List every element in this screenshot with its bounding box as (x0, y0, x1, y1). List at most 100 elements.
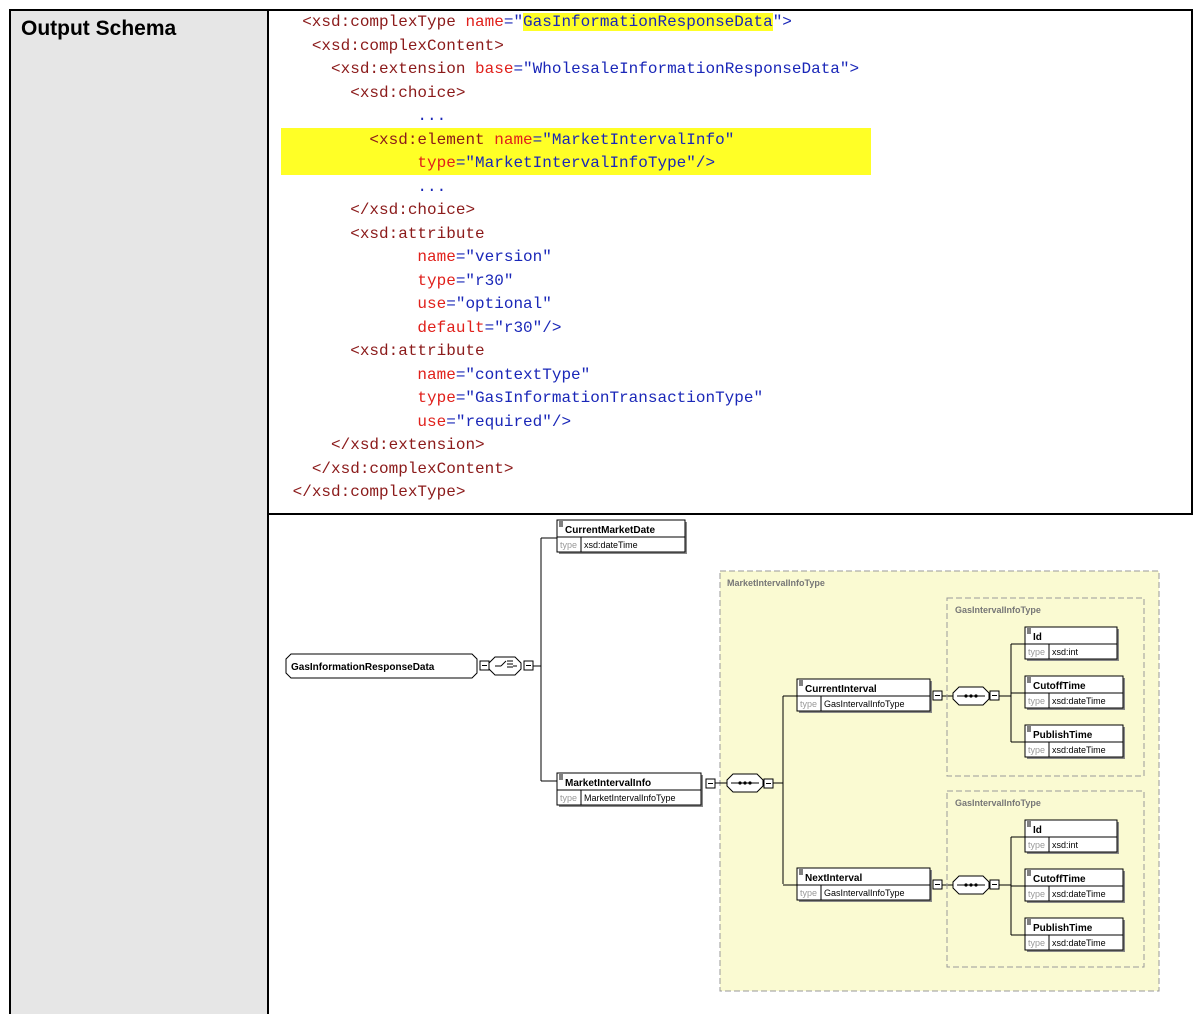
code-token: <xsd:attribute (350, 224, 485, 243)
element-type-label: type (560, 793, 577, 803)
sequence-dot (974, 883, 978, 887)
table-border-right (1191, 9, 1193, 514)
code-token: use (417, 295, 447, 313)
code-line: <xsd:attribute (283, 223, 1183, 247)
code-token: ="r30"/> (484, 318, 562, 337)
code-line: name="contextType" (283, 364, 1183, 388)
sequence-dot (748, 781, 752, 785)
code-token: ... (417, 107, 447, 125)
code-line: name="version" (283, 246, 1183, 270)
code-token: ="r30" (455, 271, 514, 290)
sequence-dot (964, 883, 968, 887)
code-line: </xsd:extension> (283, 434, 1183, 458)
code-line: <xsd:extension base="WholesaleInformatio… (283, 58, 1183, 82)
schema-diagram: GasInformationResponseData CurrentMarketD… (269, 515, 1191, 1014)
element-type: xsd:dateTime (1052, 889, 1106, 899)
code-token: <xsd:complexContent> (311, 36, 504, 55)
code-token: type (417, 389, 456, 407)
code-token: ... (417, 177, 447, 196)
element-type-label: type (560, 540, 577, 550)
code-token: =" (503, 13, 524, 31)
element-name: PublishTime (1033, 923, 1093, 934)
element-type-label: type (1028, 745, 1045, 755)
element-type: xsd:int (1052, 840, 1079, 850)
code-token: ="MarketIntervalInfo" (532, 130, 735, 149)
sequence-dot (743, 781, 747, 785)
element-name: CutoffTime (1033, 681, 1086, 692)
code-line: <xsd:complexContent> (283, 35, 1183, 59)
element-type-label: type (800, 699, 817, 709)
sequence-dot (969, 883, 973, 887)
code-line: type="GasInformationTransactionType" (283, 387, 1183, 411)
code-token: type (417, 271, 456, 290)
code-token: name (465, 13, 504, 31)
code-line: use="required"/> (283, 411, 1183, 435)
code-token: ="MarketIntervalInfoType"/> (455, 154, 716, 172)
element-type: xsd:dateTime (1052, 745, 1106, 755)
code-line: type="MarketIntervalInfoType"/> (283, 152, 1183, 176)
element-name: Id (1033, 632, 1042, 643)
code-token: </xsd:choice> (350, 201, 476, 219)
row-label: Output Schema (21, 17, 177, 40)
label-column (11, 11, 267, 1014)
sequence-dot (964, 694, 968, 698)
code-token: ="optional" (446, 295, 552, 313)
element-name: NextInterval (805, 873, 862, 884)
element-type: xsd:int (1052, 647, 1079, 657)
code-line: <xsd:choice> (283, 82, 1183, 106)
element-type: MarketIntervalInfoType (584, 793, 676, 803)
code-token: ="WholesaleInformationResponseData"> (513, 60, 860, 78)
code-token: <xsd:attribute (350, 342, 485, 360)
code-token: <xsd:complexType (302, 13, 466, 31)
element-name: CurrentMarketDate (565, 525, 655, 536)
code-line: type="r30" (283, 270, 1183, 294)
element-name: Id (1033, 825, 1042, 836)
code-token: name (417, 248, 456, 266)
code-line: use="optional" (283, 293, 1183, 317)
code-line: </xsd:choice> (283, 199, 1183, 223)
table-border-left (9, 9, 11, 1014)
code-line: </xsd:complexContent> (283, 458, 1183, 482)
element-type-label: type (1028, 840, 1045, 850)
element-type-label: type (800, 888, 817, 898)
code-line: <xsd:element name="MarketIntervalInfo" (283, 129, 1183, 153)
code-token: name (494, 130, 533, 149)
element-type: xsd:dateTime (1052, 938, 1106, 948)
code-token: name (417, 365, 456, 384)
code-line: </xsd:complexType> (283, 481, 1183, 505)
sequence-dot (974, 694, 978, 698)
xsd-code-block: <xsd:complexType name="GasInformationRes… (283, 11, 1183, 505)
element-type-label: type (1028, 938, 1045, 948)
market-group-title: MarketIntervalInfoType (727, 578, 825, 588)
element-type: xsd:dateTime (1052, 696, 1106, 706)
code-token: </xsd:complexContent> (311, 459, 514, 478)
code-token: "> (772, 13, 792, 31)
code-token: ="required"/> (446, 412, 572, 431)
code-token: default (417, 318, 485, 337)
interval-group-title: GasIntervalInfoType (955, 798, 1041, 808)
code-token: </xsd:extension> (331, 436, 485, 454)
code-line: ... (283, 176, 1183, 200)
code-token: ="GasInformationTransactionType" (455, 389, 764, 407)
element-type: xsd:dateTime (584, 540, 638, 550)
code-line: ... (283, 105, 1183, 129)
element-type-label: type (1028, 696, 1045, 706)
element-name: MarketIntervalInfo (565, 778, 651, 789)
element-type: GasIntervalInfoType (824, 888, 905, 898)
element-type-label: type (1028, 889, 1045, 899)
element-name: PublishTime (1033, 730, 1093, 741)
code-token: base (475, 60, 514, 78)
element-type: GasIntervalInfoType (824, 699, 905, 709)
code-line: <xsd:attribute (283, 340, 1183, 364)
element-name: CurrentInterval (805, 684, 877, 695)
code-token: type (417, 154, 456, 172)
element-name: CutoffTime (1033, 874, 1086, 885)
code-line: default="r30"/> (283, 317, 1183, 341)
highlighted-type-name: GasInformationResponseData (523, 13, 773, 31)
root-element-name: GasInformationResponseData (291, 662, 435, 673)
code-token: <xsd:choice> (350, 83, 466, 102)
code-token: </xsd:complexType> (292, 483, 466, 501)
sequence-dot (969, 694, 973, 698)
code-token: <xsd:extension (331, 60, 476, 78)
element-type-label: type (1028, 647, 1045, 657)
